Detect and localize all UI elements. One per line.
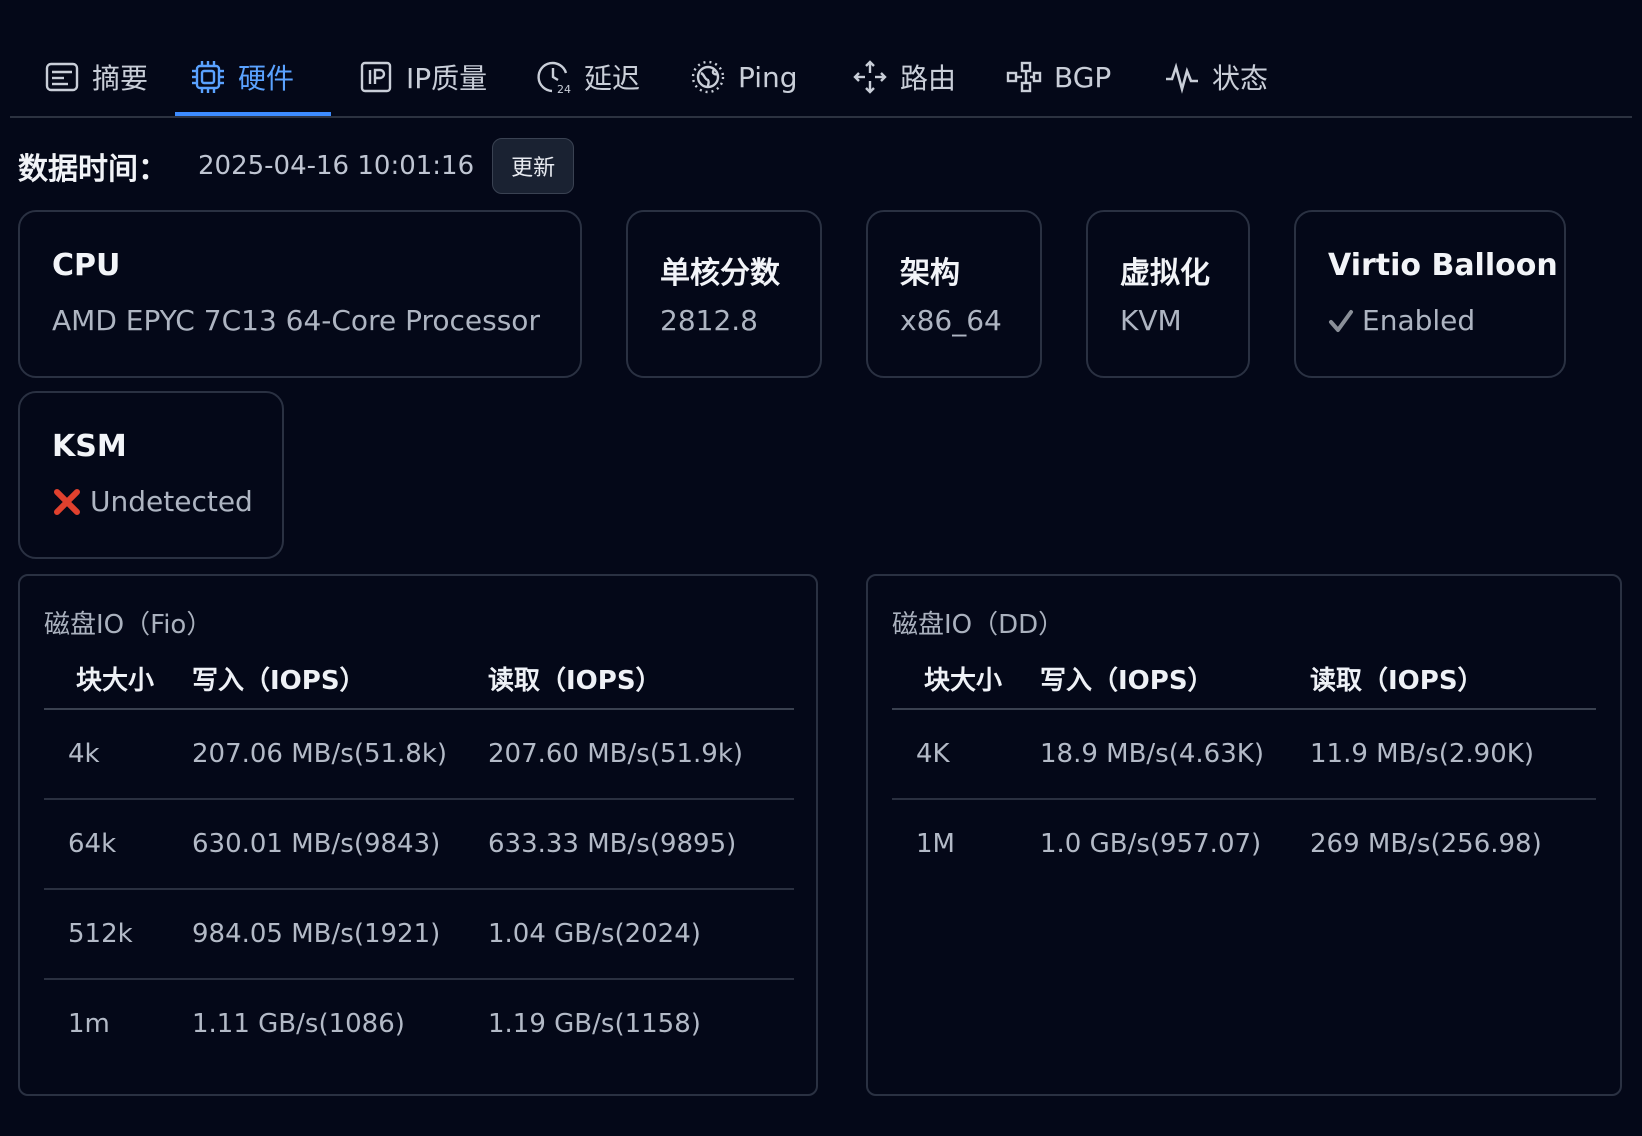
refresh-button[interactable]: 更新 <box>492 138 575 194</box>
tab-ping[interactable]: Ping <box>690 40 798 114</box>
active-tab-indicator <box>175 112 331 116</box>
block-size-cell: 512k <box>44 889 192 980</box>
dd-title: 磁盘IO（DD） <box>892 610 1065 640</box>
table-row: 4K 18.9 MB/s(4.63K) 11.9 MB/s(2.90K) <box>892 709 1596 800</box>
read-cell: 269 MB/s(256.98) <box>1310 829 1542 859</box>
write-cell: 207.06 MB/s(51.8k) <box>192 709 488 800</box>
block-size-cell: 1M <box>916 829 955 859</box>
tab-status[interactable]: 状态 <box>1164 40 1268 114</box>
fio-header-row: 块大小 写入（IOPS） 读取（IOPS） <box>44 648 794 710</box>
ksm-value: Undetected <box>52 485 253 518</box>
table-row: 64k 630.01 MB/s(9843) 633.33 MB/s(9895) <box>44 799 794 890</box>
arch-title: 架构 <box>900 256 960 291</box>
globe-icon <box>691 60 725 94</box>
dd-header-row: 块大小 写入（IOPS） 读取（IOPS） <box>892 648 1596 710</box>
tab-summary[interactable]: 摘要 <box>44 40 148 114</box>
table-row: 4k 207.06 MB/s(51.8k) 207.60 MB/s(51.9k) <box>44 709 794 800</box>
arch-text: x86_64 <box>900 304 1002 337</box>
table-row: 1M 1.0 GB/s(957.07) 269 MB/s(256.98) <box>892 799 1596 888</box>
balloon-title: Virtio Balloon <box>1328 248 1558 283</box>
svg-text:24: 24 <box>557 83 571 95</box>
fio-title: 磁盘IO（Fio） <box>44 610 213 640</box>
arch-card: 架构 x86_64 <box>866 210 1042 378</box>
summary-icon <box>45 62 79 92</box>
data-time-value: 2025-04-16 10:01:16 <box>198 151 475 181</box>
col-write: 写入（IOPS） <box>192 648 488 710</box>
read-cell: 11.9 MB/s(2.90K) <box>1310 709 1596 800</box>
data-time-label: 数据时间： <box>18 152 168 187</box>
tab-bgp[interactable]: BGP <box>1006 40 1111 114</box>
cross-icon <box>54 488 80 515</box>
fio-table: 块大小 写入（IOPS） 读取（IOPS） 4k 207.06 MB/s(51.… <box>44 648 794 1068</box>
block-size-cell: 1m <box>68 1009 110 1039</box>
tab-label: Ping <box>738 60 798 94</box>
tab-label: 状态 <box>1212 62 1269 95</box>
read-cell: 207.60 MB/s(51.9k) <box>488 709 794 800</box>
data-time-row: 数据时间： 2025-04-16 10:01:16 更新 <box>18 138 575 194</box>
tab-label: 路由 <box>900 62 957 95</box>
col-block-size: 块大小 <box>892 648 1040 710</box>
bgp-icon <box>1006 61 1042 93</box>
chip-icon <box>192 61 224 93</box>
block-size-cell: 4K <box>892 709 1040 800</box>
tab-latency[interactable]: 24 延迟 <box>536 40 640 114</box>
write-cell: 1.0 GB/s(957.07) <box>1040 829 1262 859</box>
read-cell: 633.33 MB/s(9895) <box>488 799 794 890</box>
tab-ip-quality[interactable]: IP质量 <box>358 40 487 114</box>
col-write: 写入（IOPS） <box>1040 648 1310 710</box>
col-read: 读取（IOPS） <box>1310 648 1596 710</box>
col-read: 读取（IOPS） <box>488 648 794 710</box>
ksm-card: KSM Undetected <box>18 391 284 559</box>
tab-label: 延迟 <box>584 62 641 95</box>
cpu-value: AMD EPYC 7C13 64-Core Processor <box>52 304 540 337</box>
write-cell: 18.9 MB/s(4.63K) <box>1040 709 1310 800</box>
ksm-status: Undetected <box>90 485 253 518</box>
tab-hardware[interactable]: 硬件 <box>190 40 294 114</box>
write-cell: 1.11 GB/s(1086) <box>192 1009 405 1039</box>
dd-table: 块大小 写入（IOPS） 读取（IOPS） 4K 18.9 MB/s(4.63K… <box>892 648 1596 888</box>
table-row: 512k 984.05 MB/s(1921) 1.04 GB/s(2024) <box>44 889 794 980</box>
pulse-icon <box>1166 62 1198 94</box>
single-core-score: 2812.8 <box>660 304 758 337</box>
ip-icon <box>360 61 392 93</box>
virtio-balloon-card: Virtio Balloon Enabled <box>1294 210 1566 378</box>
block-size-cell: 4k <box>44 709 192 800</box>
single-core-card: 单核分数 2812.8 <box>626 210 822 378</box>
tab-label: BGP <box>1054 60 1112 94</box>
table-row: 1m 1.11 GB/s(1086) 1.19 GB/s(1158) <box>44 979 794 1068</box>
virt-card: 虚拟化 KVM <box>1086 210 1250 378</box>
write-cell: 984.05 MB/s(1921) <box>192 889 488 980</box>
tab-label: 硬件 <box>238 62 295 95</box>
tab-route[interactable]: 路由 <box>852 40 956 114</box>
tab-label: IP质量 <box>406 62 488 95</box>
read-cell: 1.04 GB/s(2024) <box>488 889 794 980</box>
virt-text: KVM <box>1120 304 1182 337</box>
cpu-model: AMD EPYC 7C13 64-Core Processor <box>52 304 540 337</box>
read-cell: 1.19 GB/s(1158) <box>488 1009 701 1039</box>
block-size-cell: 64k <box>44 799 192 890</box>
ksm-title: KSM <box>52 429 127 464</box>
single-core-title: 单核分数 <box>660 256 780 291</box>
arch-value: x86_64 <box>900 304 1002 337</box>
disk-io-fio-panel: 磁盘IO（Fio） 块大小 写入（IOPS） 读取（IOPS） 4k 207.0… <box>18 574 818 1096</box>
clock-24-icon: 24 <box>537 61 571 95</box>
virt-title: 虚拟化 <box>1120 256 1210 291</box>
col-block-size: 块大小 <box>44 648 192 710</box>
tab-bar: 摘要 硬件 IP质量 24 延迟 Ping 路由 BGP 状态 <box>10 40 1632 118</box>
balloon-status: Enabled <box>1362 304 1476 337</box>
tab-label: 摘要 <box>92 62 149 95</box>
cpu-title: CPU <box>52 248 121 283</box>
route-icon <box>853 60 887 94</box>
check-icon <box>1329 309 1353 332</box>
disk-io-dd-panel: 磁盘IO（DD） 块大小 写入（IOPS） 读取（IOPS） 4K 18.9 M… <box>866 574 1622 1096</box>
balloon-value: Enabled <box>1328 304 1475 337</box>
single-core-value: 2812.8 <box>660 304 758 337</box>
write-cell: 630.01 MB/s(9843) <box>192 799 488 890</box>
virt-value: KVM <box>1120 304 1182 337</box>
cpu-card: CPU AMD EPYC 7C13 64-Core Processor <box>18 210 582 378</box>
